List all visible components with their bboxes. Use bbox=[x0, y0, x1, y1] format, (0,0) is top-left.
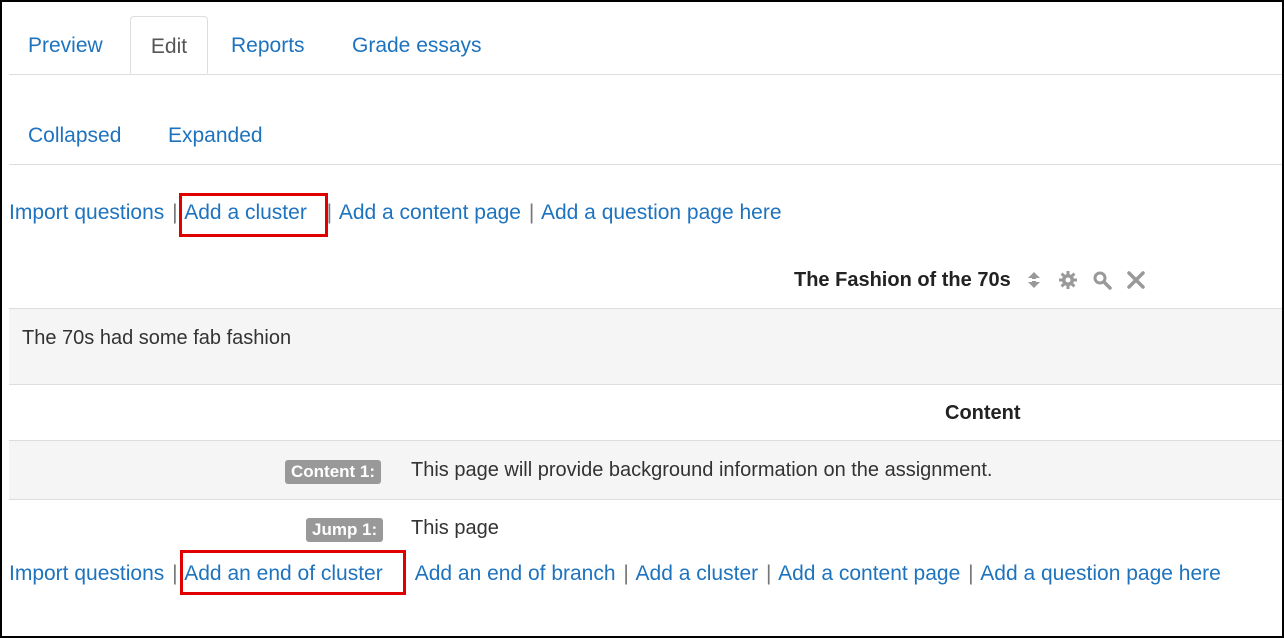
add-content-page-link[interactable]: Add a content page bbox=[339, 201, 521, 224]
content-header-row: Content bbox=[9, 384, 1282, 441]
jump-badge: Jump 1: bbox=[306, 518, 384, 542]
delete-icon[interactable] bbox=[1125, 269, 1147, 291]
add-cluster-link[interactable]: Add a cluster bbox=[636, 562, 759, 585]
tab-grade-essays[interactable]: Grade essays bbox=[352, 16, 482, 74]
tab-preview[interactable]: Preview bbox=[28, 16, 103, 74]
move-icon[interactable] bbox=[1023, 269, 1045, 291]
content-badge: Content 1: bbox=[285, 460, 382, 484]
tab-expanded[interactable]: Expanded bbox=[168, 110, 263, 162]
top-action-links: Import questions | Add a cluster | Add a… bbox=[9, 201, 782, 225]
content-row: Content 1: This page will provide backgr… bbox=[9, 441, 1282, 500]
jump-text: This page bbox=[411, 517, 499, 539]
separator: | bbox=[968, 562, 974, 585]
tab-edit[interactable]: Edit bbox=[130, 16, 208, 74]
page-description: The 70s had some fab fashion bbox=[22, 327, 292, 349]
separator: | bbox=[528, 201, 535, 224]
highlight-box-add-cluster bbox=[179, 193, 328, 237]
tab-collapsed[interactable]: Collapsed bbox=[28, 110, 121, 162]
gear-icon[interactable] bbox=[1057, 269, 1079, 291]
view-mode-tabs: Collapsed Expanded bbox=[9, 110, 1282, 165]
add-question-page-link[interactable]: Add a question page here bbox=[980, 562, 1221, 585]
tab-reports[interactable]: Reports bbox=[231, 16, 305, 74]
separator: | bbox=[623, 562, 629, 585]
add-question-page-link[interactable]: Add a question page here bbox=[541, 201, 782, 224]
import-questions-link[interactable]: Import questions bbox=[9, 562, 164, 585]
separator: | bbox=[765, 562, 772, 585]
content-text: This page will provide background inform… bbox=[411, 459, 993, 481]
add-content-page-link[interactable]: Add a content page bbox=[778, 562, 960, 585]
import-questions-link[interactable]: Import questions bbox=[9, 201, 164, 224]
main-tabs: Preview Edit Reports Grade essays bbox=[9, 16, 1282, 75]
add-end-of-branch-link[interactable]: Add an end of branch bbox=[415, 562, 616, 585]
highlight-box-add-end-of-cluster bbox=[180, 550, 406, 595]
search-icon[interactable] bbox=[1091, 269, 1113, 291]
page-description-band: The 70s had some fab fashion bbox=[9, 308, 1282, 385]
page-title-row: The Fashion of the 70s bbox=[794, 264, 1147, 296]
separator: | bbox=[172, 201, 178, 224]
column-header-content: Content bbox=[945, 402, 1021, 424]
page-title: The Fashion of the 70s bbox=[794, 268, 1011, 291]
separator: | bbox=[172, 562, 178, 585]
